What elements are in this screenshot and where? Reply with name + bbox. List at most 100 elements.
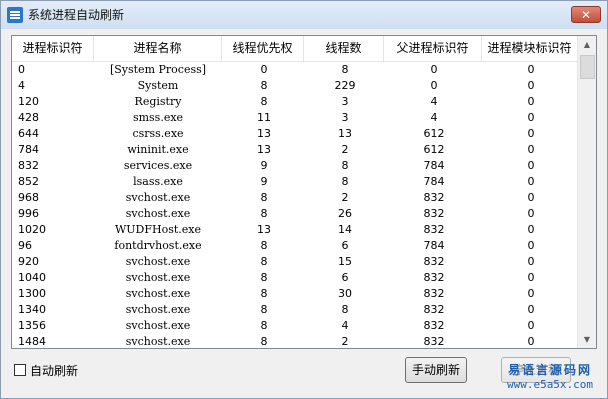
watermark-title: 易语言源码网 bbox=[507, 363, 592, 377]
table-row[interactable]: 968 svchost.exe 8 2 832 0 bbox=[12, 190, 578, 206]
table-cell: 0 bbox=[527, 223, 535, 236]
table-cell: 612 bbox=[423, 143, 445, 156]
manual-refresh-button[interactable]: 手动刷新 bbox=[405, 357, 467, 383]
table-cell: 1484 bbox=[18, 335, 46, 348]
scroll-down-icon[interactable]: ▼ bbox=[578, 331, 596, 348]
table-cell: 4 bbox=[341, 319, 349, 332]
table-cell: 8 bbox=[260, 239, 268, 252]
table-cell: 13 bbox=[257, 127, 271, 140]
table-row[interactable]: 1040 svchost.exe 8 6 832 0 bbox=[12, 270, 578, 286]
window-title: 系统进程自动刷新 bbox=[28, 8, 125, 22]
table-cell: 0 bbox=[527, 159, 535, 172]
process-list[interactable]: 进程标识符 进程名称 线程优先权 线程数 父进程标识符 进程模块标识符 0 [Sy… bbox=[11, 35, 597, 349]
column-header-name[interactable]: 进程名称 bbox=[94, 36, 222, 61]
table-cell: WUDFHost.exe bbox=[114, 223, 202, 236]
table-cell: 13 bbox=[257, 143, 271, 156]
table-cell: svchost.exe bbox=[125, 255, 191, 268]
title-bar[interactable]: 系统进程自动刷新 ✕ bbox=[1, 1, 607, 29]
scroll-up-icon[interactable]: ▲ bbox=[578, 36, 596, 53]
table-cell: 8 bbox=[341, 159, 349, 172]
table-row[interactable]: 4 System 8 229 0 0 bbox=[12, 78, 578, 94]
table-cell: 852 bbox=[18, 175, 39, 188]
table-cell: svchost.exe bbox=[125, 319, 191, 332]
table-cell: 0 bbox=[527, 63, 535, 76]
table-cell: svchost.exe bbox=[125, 271, 191, 284]
table-cell: 644 bbox=[18, 127, 39, 140]
table-cell: 2 bbox=[341, 191, 349, 204]
column-header-threads[interactable]: 线程数 bbox=[304, 36, 384, 61]
table-cell: 8 bbox=[341, 63, 349, 76]
table-row[interactable]: 120 Registry 8 3 4 0 bbox=[12, 94, 578, 110]
table-cell: 0 bbox=[527, 111, 535, 124]
table-cell: [System Process] bbox=[109, 63, 207, 76]
table-cell: 8 bbox=[260, 79, 268, 92]
table-row[interactable]: 852 lsass.exe 9 8 784 0 bbox=[12, 174, 578, 190]
table-cell: svchost.exe bbox=[125, 287, 191, 300]
column-header-module-id[interactable]: 进程模块标识符 bbox=[482, 36, 578, 61]
table-cell: 1340 bbox=[18, 303, 46, 316]
table-cell: 1300 bbox=[18, 287, 46, 300]
table-cell: 2 bbox=[341, 143, 349, 156]
table-cell: 6 bbox=[341, 271, 349, 284]
table-cell: svchost.exe bbox=[125, 303, 191, 316]
table-row[interactable]: 428 smss.exe 11 3 4 0 bbox=[12, 110, 578, 126]
table-cell: 4 bbox=[430, 95, 438, 108]
table-cell: 30 bbox=[338, 287, 352, 300]
table-cell: 9 bbox=[260, 159, 268, 172]
table-cell: 832 bbox=[423, 335, 445, 348]
table-row[interactable]: 996 svchost.exe 8 26 832 0 bbox=[12, 206, 578, 222]
table-row[interactable]: 96 fontdrvhost.exe 8 6 784 0 bbox=[12, 238, 578, 254]
table-row[interactable]: 1356 svchost.exe 8 4 832 0 bbox=[12, 318, 578, 334]
table-cell: 784 bbox=[423, 239, 445, 252]
table-cell: 9 bbox=[260, 175, 268, 188]
table-row[interactable]: 1020 WUDFHost.exe 13 14 832 0 bbox=[12, 222, 578, 238]
table-cell: 832 bbox=[423, 223, 445, 236]
table-row[interactable]: 0 [System Process] 0 8 0 0 bbox=[12, 62, 578, 78]
column-header-pid[interactable]: 进程标识符 bbox=[12, 36, 94, 61]
table-cell: 832 bbox=[423, 319, 445, 332]
close-button[interactable]: ✕ bbox=[571, 6, 601, 23]
table-cell: 0 bbox=[527, 335, 535, 348]
vertical-scrollbar[interactable]: ▲ ▼ bbox=[577, 36, 596, 348]
table-cell: 0 bbox=[527, 255, 535, 268]
table-cell: 0 bbox=[527, 287, 535, 300]
checkbox-box[interactable] bbox=[14, 364, 26, 376]
table-cell: 0 bbox=[430, 63, 438, 76]
table-cell: 8 bbox=[260, 271, 268, 284]
table-cell: 0 bbox=[430, 79, 438, 92]
column-header-priority[interactable]: 线程优先权 bbox=[222, 36, 304, 61]
table-row[interactable]: 1300 svchost.exe 8 30 832 0 bbox=[12, 286, 578, 302]
table-cell: 0 bbox=[527, 143, 535, 156]
table-cell: 832 bbox=[423, 191, 445, 204]
table-row[interactable]: 920 svchost.exe 8 15 832 0 bbox=[12, 254, 578, 270]
scrollbar-thumb[interactable] bbox=[580, 55, 595, 79]
table-cell: 832 bbox=[423, 255, 445, 268]
table-cell: 13 bbox=[338, 127, 352, 140]
table-cell: 428 bbox=[18, 111, 39, 124]
table-cell: 0 bbox=[527, 271, 535, 284]
app-window: 系统进程自动刷新 ✕ 进程标识符 进程名称 线程优先权 线程数 父进程标识符 进… bbox=[0, 0, 608, 399]
table-cell: svchost.exe bbox=[125, 207, 191, 220]
table-cell: lsass.exe bbox=[133, 175, 183, 188]
table-row[interactable]: 832 services.exe 9 8 784 0 bbox=[12, 158, 578, 174]
auto-refresh-label[interactable]: 自动刷新 bbox=[30, 363, 78, 379]
table-cell: 4 bbox=[18, 79, 25, 92]
table-cell: 8 bbox=[341, 175, 349, 188]
table-cell: System bbox=[137, 79, 179, 92]
table-cell: Registry bbox=[134, 95, 182, 108]
table-cell: 3 bbox=[341, 95, 349, 108]
table-header: 进程标识符 进程名称 线程优先权 线程数 父进程标识符 进程模块标识符 bbox=[12, 36, 578, 62]
table-cell: 8 bbox=[260, 95, 268, 108]
table-cell: 1020 bbox=[18, 223, 46, 236]
app-icon bbox=[7, 7, 23, 23]
table-cell: 8 bbox=[341, 303, 349, 316]
table-row[interactable]: 1340 svchost.exe 8 8 832 0 bbox=[12, 302, 578, 318]
watermark-url: www.e5a5x.com bbox=[506, 378, 594, 391]
table-row[interactable]: 784 wininit.exe 13 2 612 0 bbox=[12, 142, 578, 158]
table-cell: svchost.exe bbox=[125, 191, 191, 204]
table-cell: 832 bbox=[423, 271, 445, 284]
table-row[interactable]: 1484 svchost.exe 8 2 832 0 bbox=[12, 334, 578, 348]
table-row[interactable]: 644 csrss.exe 13 13 612 0 bbox=[12, 126, 578, 142]
table-cell: 0 bbox=[527, 79, 535, 92]
column-header-parent-pid[interactable]: 父进程标识符 bbox=[384, 36, 482, 61]
